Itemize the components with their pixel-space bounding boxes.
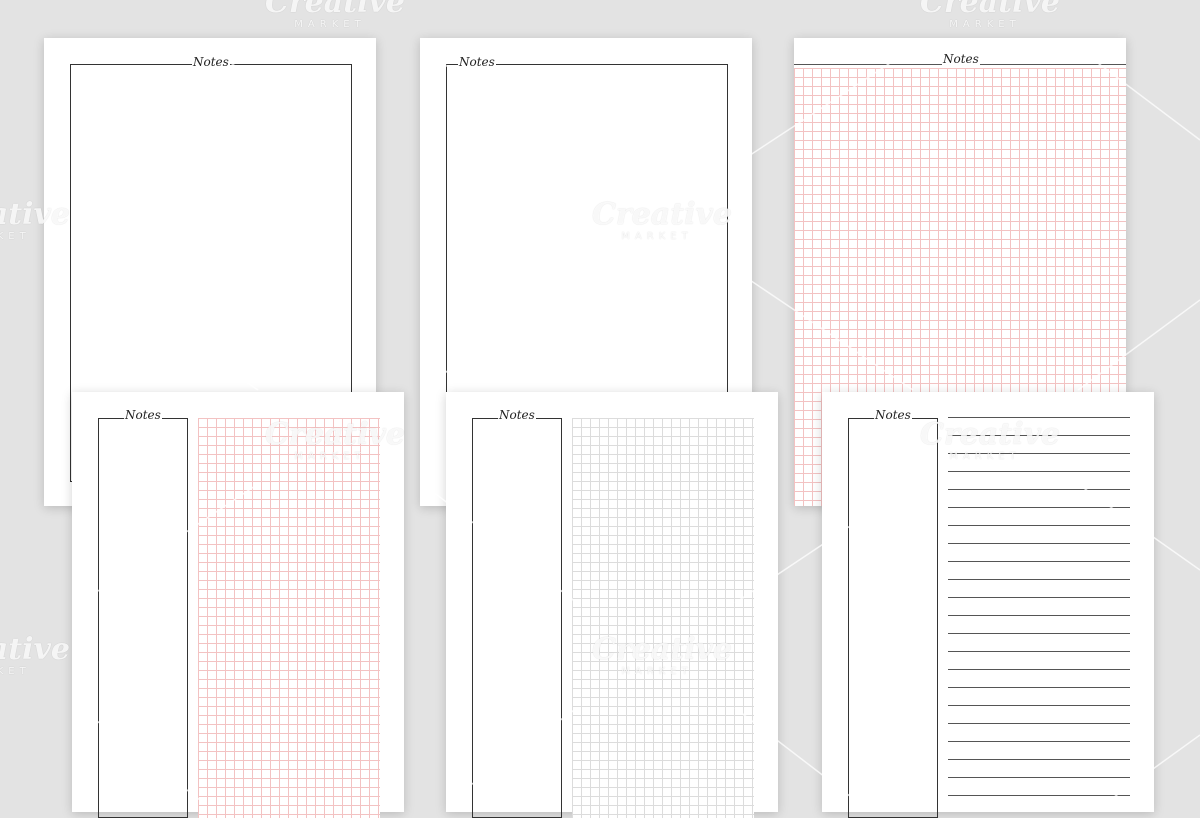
watermark-logo: Creative MARKET <box>0 632 70 679</box>
page-title: Notes <box>498 408 536 422</box>
notes-column-frame <box>472 418 562 818</box>
watermark-subtitle: MARKET <box>0 666 31 677</box>
page-title: Notes <box>192 55 230 69</box>
planner-page-column-grid-gray: Notes <box>446 392 778 818</box>
watermark-title: Creative <box>0 632 70 667</box>
planner-page-column-lined: Notes <box>822 392 1154 818</box>
ruled-lines-area <box>948 400 1130 812</box>
watermark-title: Creative <box>920 0 1060 20</box>
pink-grid-area <box>198 418 380 818</box>
watermark-logo: Creative MARKET <box>920 0 1060 32</box>
watermark-logo: Creative MARKET <box>265 0 405 32</box>
notes-column-frame <box>98 418 188 818</box>
watermark-subtitle: MARKET <box>294 19 366 30</box>
page-title: Notes <box>124 408 162 422</box>
gray-grid-area <box>572 418 754 818</box>
watermark-subtitle: MARKET <box>949 19 1021 30</box>
watermark-title: Creative <box>265 0 405 20</box>
page-title: Notes <box>942 52 980 66</box>
planner-page-column-grid-pink: Notes <box>72 392 404 818</box>
page-title: Notes <box>874 408 912 422</box>
notes-column-frame <box>848 418 938 818</box>
page-title: Notes <box>458 55 496 69</box>
